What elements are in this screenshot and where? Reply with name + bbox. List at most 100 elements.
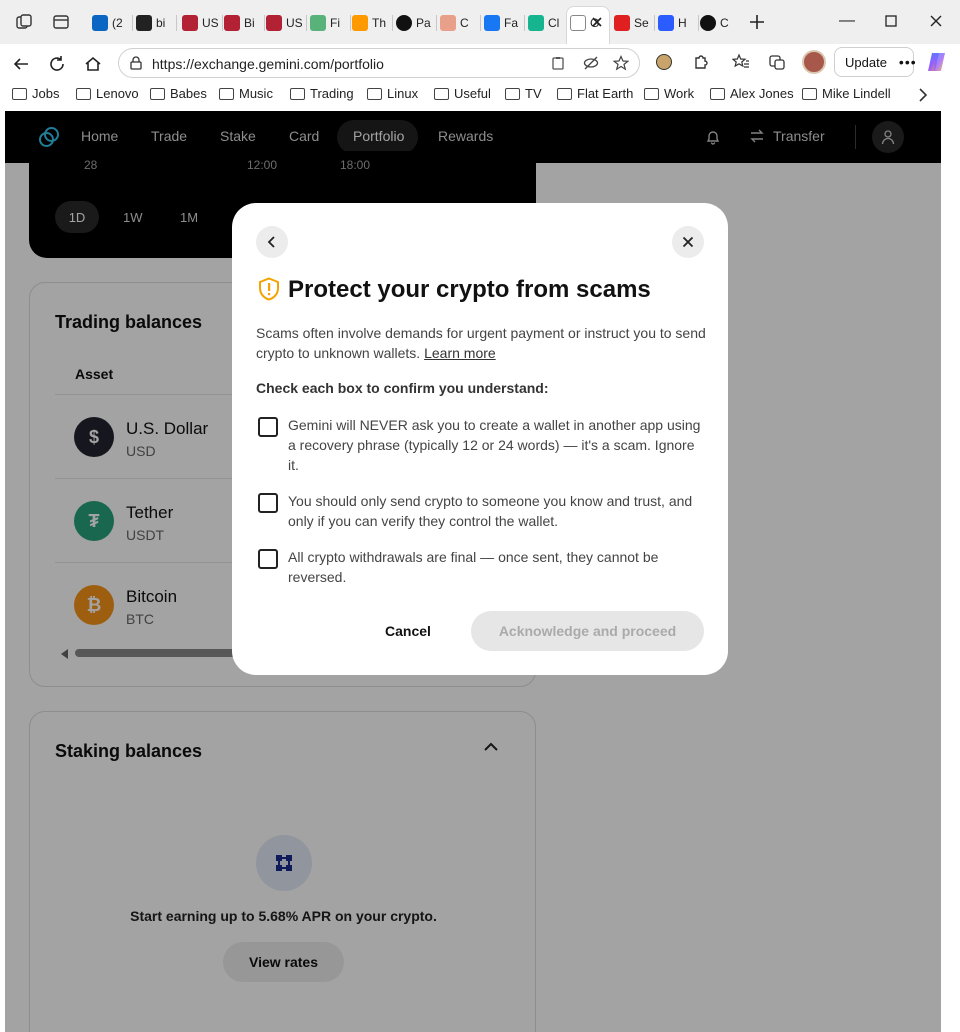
folder-icon (150, 87, 165, 100)
back-icon[interactable] (7, 50, 35, 78)
tab-label: C (720, 16, 729, 30)
github-icon (136, 15, 152, 31)
browser-tab[interactable]: US (266, 10, 302, 36)
chevron-left-icon (267, 236, 275, 248)
browser-tab[interactable]: C (440, 10, 476, 36)
browser-tab[interactable]: Fa (484, 10, 520, 36)
tracking-prevention-icon[interactable] (583, 56, 599, 70)
maximize-icon[interactable] (876, 8, 906, 34)
browser-tab[interactable]: bi (136, 10, 172, 36)
browser-tab[interactable]: Pa (396, 10, 432, 36)
confirm-text-3: All crypto withdrawals are final — once … (288, 549, 659, 585)
bookmark-folder[interactable]: Work (644, 86, 694, 101)
bookmark-label: Mike Lindell (822, 86, 891, 101)
tab-label: H (678, 16, 687, 30)
bookmark-folder[interactable]: Linux (367, 86, 418, 101)
confirm-checkbox-1[interactable] (258, 417, 278, 437)
bookmark-folder[interactable]: Babes (150, 86, 207, 101)
browser-tab[interactable]: Fi (310, 10, 346, 36)
bookmarks-bar: Jobs Lenovo Babes Music Trading Linux Useful TV… (0, 82, 960, 108)
bookmark-folder[interactable]: Trading (290, 86, 354, 101)
bookmark-label: Flat Earth (577, 86, 634, 101)
folder-icon (290, 87, 305, 100)
browser-tab[interactable]: US (182, 10, 218, 36)
read-mode-icon[interactable] (551, 56, 565, 70)
collections-icon[interactable] (768, 53, 786, 71)
bookmark-folder[interactable]: Music (219, 86, 273, 101)
favorite-star-icon[interactable] (612, 55, 630, 71)
update-button[interactable]: Update ••• (834, 47, 917, 77)
extensions-icon[interactable] (692, 53, 710, 71)
folder-icon (367, 87, 382, 100)
bookmark-folder[interactable]: Lenovo (76, 86, 139, 101)
close-window-icon[interactable] (921, 8, 951, 34)
browser-tab[interactable]: C (700, 10, 736, 36)
shield-warning-icon (258, 277, 280, 301)
tab-separator (306, 15, 307, 31)
browser-tab[interactable]: Se (614, 10, 650, 36)
confirm-checkbox-3[interactable] (258, 549, 278, 569)
learn-more-link[interactable]: Learn more (424, 345, 496, 361)
scam-warning-modal: Protect your crypto from scams Scams oft… (232, 203, 728, 675)
browser-tab[interactable]: Th (352, 10, 388, 36)
folder-icon (434, 87, 449, 100)
tab-label: Se (634, 16, 649, 30)
new-tab-icon[interactable] (748, 13, 766, 31)
bookmarks-more-chevron-icon[interactable] (917, 88, 929, 102)
tab-label: (2 (112, 16, 123, 30)
tab-separator (132, 15, 133, 31)
more-menu-icon[interactable]: ••• (899, 54, 917, 70)
address-bar[interactable]: https://exchange.gemini.com/portfolio (118, 48, 640, 78)
tab-label: US (286, 16, 302, 30)
bookmark-label: Useful (454, 86, 491, 101)
bookmark-label: Jobs (32, 86, 60, 101)
update-label: Update (845, 54, 887, 70)
folder-icon (76, 87, 91, 100)
copilot-icon[interactable] (926, 51, 948, 73)
cancel-button[interactable]: Cancel (360, 611, 456, 651)
bookmark-folder[interactable]: TV (505, 86, 542, 101)
confirm-text-2: You should only send crypto to someone y… (288, 493, 693, 529)
fi-icon (310, 15, 326, 31)
refresh-icon[interactable] (43, 50, 71, 78)
tab-separator (436, 15, 437, 31)
active-tab-close-icon[interactable] (590, 15, 604, 29)
url-text[interactable]: https://exchange.gemini.com/portfolio (152, 56, 384, 72)
browser-tab[interactable]: (2 (92, 10, 128, 36)
acknowledge-proceed-button[interactable]: Acknowledge and proceed (471, 611, 704, 651)
browser-tab[interactable]: H (658, 10, 694, 36)
linkedin-icon (92, 15, 108, 31)
profile-avatar[interactable] (802, 50, 826, 74)
tab-actions-icon[interactable] (52, 13, 70, 31)
modal-close-button[interactable] (672, 226, 704, 258)
bookmark-label: Trading (310, 86, 354, 101)
minimize-icon[interactable]: — (832, 8, 862, 34)
home-icon[interactable] (79, 50, 107, 78)
k-icon (528, 15, 544, 31)
bookmark-folder[interactable]: Jobs (12, 86, 59, 101)
c-blue-icon (658, 15, 674, 31)
browser-tab-bar: (2 bi US Bi US Fi Th Pa C Fa Cl G Se H C — (0, 0, 960, 44)
confirm-checkbox-2[interactable] (258, 493, 278, 513)
lock-icon[interactable] (129, 56, 143, 70)
bookmark-folder[interactable]: Flat Earth (557, 86, 633, 101)
extension-cookie-icon[interactable] (656, 54, 672, 70)
modal-title: Protect your crypto from scams (288, 276, 651, 303)
bookmark-folder[interactable]: Mike Lindell (802, 86, 891, 101)
bookmark-label: Music (239, 86, 273, 101)
tab-separator (222, 15, 223, 31)
favorites-icon[interactable] (731, 53, 750, 71)
bookmark-folder[interactable]: Alex Jones (710, 86, 794, 101)
tab-label: bi (156, 16, 166, 30)
bookmark-folder[interactable]: Useful (434, 86, 491, 101)
browser-tab[interactable]: Cl (528, 10, 564, 36)
confirm-text-1: Gemini will NEVER ask you to create a wa… (288, 417, 701, 473)
folder-icon (802, 87, 817, 100)
tab-label: Fa (504, 16, 519, 30)
g-red-icon (614, 15, 630, 31)
browser-tab[interactable]: Bi (224, 10, 260, 36)
modal-back-button[interactable] (256, 226, 288, 258)
tab-label: C (460, 16, 469, 30)
folder-icon (710, 87, 725, 100)
workspaces-icon[interactable] (15, 13, 33, 31)
